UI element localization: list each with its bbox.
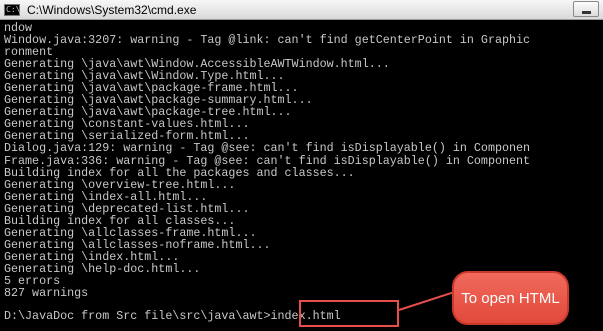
console-line: Generating \serialized-form.html... <box>4 130 250 143</box>
cmd-icon[interactable]: C:\ <box>4 4 20 16</box>
console-line: Frame.java:336: warning - Tag @see: can'… <box>4 154 531 167</box>
console-line: Generating \overview-tree.html... <box>4 178 236 191</box>
console-line: Window.java:3207: warning - Tag @link: c… <box>4 34 531 47</box>
minimize-button[interactable] <box>573 1 599 17</box>
callout-text: To open HTML <box>461 289 560 307</box>
console-line: ndow <box>4 22 33 35</box>
console-line: Generating \java\awt\package-frame.html.… <box>4 82 299 95</box>
callout-bubble: To open HTML <box>452 271 569 325</box>
console-line: Generating \allclasses-noframe.html... <box>4 238 271 251</box>
cmd-icon-glyph: C:\ <box>6 5 21 14</box>
console-line: Generating \index-all.html... <box>4 190 208 203</box>
console-line: Building index for all classes... <box>4 214 236 227</box>
highlight-box <box>299 300 399 327</box>
console-line: Dialog.java:129: warning - Tag @see: can… <box>4 142 531 155</box>
console-line: Generating \java\awt\Window.Type.html... <box>4 70 285 83</box>
console-line: Generating \deprecated-list.html... <box>4 202 250 215</box>
console-line: Generating \allclasses-frame.html... <box>4 226 257 239</box>
console-line: Generating \java\awt\package-tree.html..… <box>4 106 292 119</box>
console-line: ronment <box>4 46 54 59</box>
console-line: Generating \constant-values.html... <box>4 118 250 131</box>
console-line: Generating \java\awt\package-summary.htm… <box>4 94 313 107</box>
title-bar[interactable]: C:\ C:\Windows\System32\cmd.exe <box>0 0 603 20</box>
console-line: Generating \index.html... <box>4 250 180 263</box>
command-prompt[interactable]: D:\JavaDoc from Src file\src\java\awt>in… <box>4 310 341 322</box>
minimize-icon <box>582 11 591 14</box>
window-title: C:\Windows\System32\cmd.exe <box>27 3 197 17</box>
console-line: Generating \java\awt\Window.AccessibleAW… <box>4 58 390 71</box>
console-line: Building index for all the packages and … <box>4 166 355 179</box>
